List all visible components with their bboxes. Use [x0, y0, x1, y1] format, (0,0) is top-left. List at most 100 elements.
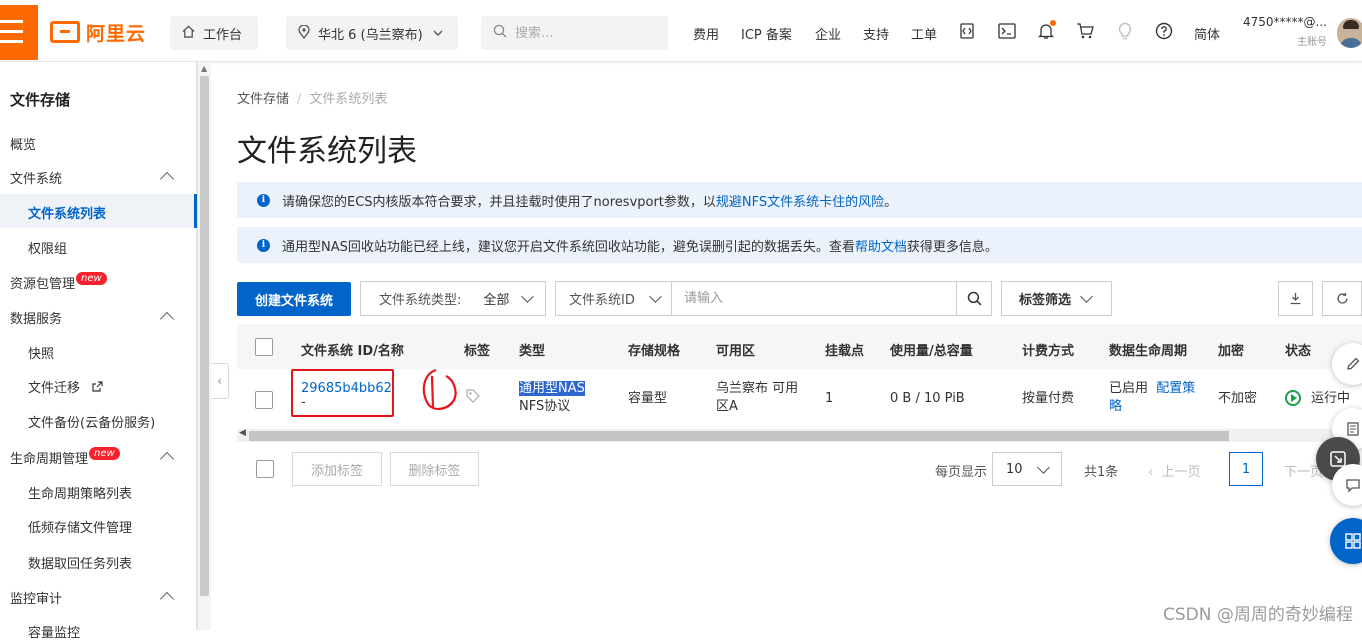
sidebar-item-lifecycle-policy[interactable]: 生命周期策略列表 — [28, 483, 132, 502]
sidebar-item-permission-group[interactable]: 权限组 — [28, 238, 67, 257]
workbench-button[interactable]: 工作台 — [170, 16, 258, 50]
fs-status: 运行中 — [1285, 390, 1350, 408]
menu-icon[interactable] — [0, 5, 38, 60]
tag-icon[interactable] — [466, 389, 480, 409]
chevron-up-icon[interactable] — [159, 451, 175, 467]
chevron-up-icon[interactable] — [159, 171, 175, 187]
global-search[interactable] — [481, 16, 668, 50]
create-file-system-button[interactable]: 创建文件系统 — [237, 282, 351, 316]
table-row: 29685b4bb62 - 通用型NAS NFS协议 容量型 乌兰察布 可用 区… — [237, 369, 1362, 430]
row-checkbox[interactable] — [255, 391, 273, 409]
col-header-spec: 存储规格 — [628, 344, 681, 359]
info-icon: i — [257, 238, 270, 252]
nav-support[interactable]: 支持 — [863, 24, 889, 43]
chevron-up-icon[interactable] — [159, 591, 175, 607]
sidebar-item-fs-list[interactable]: 文件系统列表 — [28, 203, 106, 222]
cart-icon[interactable] — [1074, 20, 1096, 42]
fs-spec: 容量型 — [628, 391, 668, 406]
notice-recycle-text: 通用型NAS回收站功能已经上线，建议您开启文件系统回收站功能，避免误删引起的数据… — [282, 239, 855, 255]
fs-lifecycle-status: 已启用 — [1109, 381, 1149, 396]
remove-tag-button[interactable]: 删除标签 — [390, 452, 479, 486]
annotation-highlight-box — [291, 369, 394, 417]
account-menu[interactable]: 4750*****@... 主账号 — [1243, 15, 1333, 48]
breadcrumb-root[interactable]: 文件存储 — [237, 92, 289, 107]
apps-float-button[interactable] — [1330, 518, 1362, 564]
chat-float-button[interactable] — [1332, 464, 1362, 506]
sidebar-item-resource-pack[interactable]: 资源包管理 new — [10, 272, 107, 292]
sidebar-group-file-system[interactable]: 文件系统 — [10, 168, 62, 187]
scrollbar-thumb[interactable] — [200, 76, 209, 596]
configure-policy-link[interactable]: 配置策 — [1156, 381, 1195, 396]
sidebar-scrollbar[interactable]: ▲ — [197, 62, 211, 630]
external-link-icon — [92, 381, 103, 395]
collapse-sidebar-button[interactable]: ‹ — [211, 363, 229, 399]
chevron-down-icon — [521, 290, 534, 303]
select-all-checkbox[interactable] — [255, 338, 273, 356]
col-header-zone: 可用区 — [716, 344, 756, 359]
sidebar-item-low-frequency[interactable]: 低频存储文件管理 — [28, 517, 132, 536]
nav-ticket[interactable]: 工单 — [911, 24, 937, 43]
sidebar-item-data-retrieval[interactable]: 数据取回任务列表 — [28, 553, 132, 572]
page-number-current[interactable]: 1 — [1229, 452, 1263, 486]
notice-kernel-tail: 。 — [884, 194, 898, 210]
fs-search-input[interactable] — [672, 283, 942, 314]
table-horizontal-scrollbar[interactable]: ◀ — [237, 428, 1362, 442]
help-doc-link[interactable]: 帮助文档 — [855, 236, 907, 255]
aliyun-logo[interactable]: 阿里云 — [50, 19, 146, 45]
notice-kernel: i 请确保您的ECS内核版本符合要求，并且挂载时使用了noresvport参数，… — [237, 182, 1362, 218]
sidebar-item-overview[interactable]: 概览 — [10, 134, 36, 153]
avatar[interactable] — [1337, 18, 1362, 48]
search-field-select[interactable]: 文件系统ID — [556, 282, 672, 315]
scrollbar-thumb[interactable] — [249, 431, 1229, 441]
sidebar-group-data-service[interactable]: 数据服务 — [10, 308, 62, 327]
download-icon — [1290, 293, 1301, 305]
fs-search-group: 文件系统ID — [555, 281, 992, 316]
fs-type-filter[interactable]: 文件系统类型: 全部 — [360, 281, 546, 316]
account-name: 4750*****@... — [1243, 15, 1327, 29]
prev-page-button[interactable]: ‹ 上一页 — [1148, 461, 1200, 480]
nav-icp[interactable]: ICP 备案 — [741, 24, 792, 43]
sidebar-item-file-migration[interactable]: 文件迁移 — [28, 377, 103, 396]
bell-icon[interactable] — [1035, 20, 1057, 42]
tag-filter-button[interactable]: 标签筛选 — [1001, 281, 1112, 316]
nav-enterprise[interactable]: 企业 — [815, 24, 841, 43]
col-header-tags: 标签 — [464, 344, 491, 359]
configure-policy-link-cont[interactable]: 略 — [1109, 398, 1195, 416]
annotation-circled-number: 1 — [422, 368, 457, 410]
fs-mount-count[interactable]: 1 — [825, 390, 833, 408]
scroll-left-arrow-icon[interactable]: ◀ — [239, 428, 246, 438]
language-switch[interactable]: 简体 — [1194, 24, 1220, 43]
notice-kernel-link[interactable]: 规避NFS文件系统卡住的风险 — [716, 191, 884, 210]
notice-kernel-text: 请确保您的ECS内核版本符合要求，并且挂载时使用了noresvport参数，以 — [282, 194, 716, 210]
logo-mark — [50, 21, 80, 43]
sidebar-group-monitor-audit[interactable]: 监控审计 — [10, 588, 62, 607]
footer-select-all-checkbox[interactable] — [256, 460, 274, 478]
breadcrumb-separator: / — [297, 92, 302, 107]
download-button[interactable] — [1278, 281, 1313, 316]
refresh-button[interactable] — [1322, 281, 1362, 316]
col-header-type: 类型 — [519, 344, 546, 359]
sidebar-title: 文件存储 — [10, 91, 71, 109]
page-size-select[interactable]: 10 — [992, 452, 1062, 486]
col-header-encryption: 加密 — [1218, 344, 1245, 359]
scroll-up-arrow-icon[interactable]: ▲ — [201, 64, 207, 73]
sidebar-item-file-backup[interactable]: 文件备份(云备份服务) — [28, 412, 155, 431]
fs-type-label: 文件系统类型: — [379, 293, 462, 308]
lightbulb-icon[interactable] — [1114, 20, 1136, 42]
sidebar-item-snapshot[interactable]: 快照 — [28, 343, 54, 362]
region-selector[interactable]: 华北 6 (乌兰察布) — [286, 16, 458, 50]
search-button[interactable] — [956, 282, 991, 315]
sidebar-group-lifecycle[interactable]: 生命周期管理 new — [10, 447, 120, 467]
chevron-up-icon[interactable] — [159, 311, 175, 327]
search-input[interactable] — [515, 25, 645, 41]
code-icon[interactable] — [956, 20, 978, 42]
terminal-icon[interactable] — [996, 20, 1018, 42]
sidebar-item-capacity-monitor[interactable]: 容量监控 — [28, 622, 80, 641]
help-icon[interactable] — [1153, 20, 1175, 42]
fs-type-value: 全部 — [483, 293, 510, 308]
add-tag-button[interactable]: 添加标签 — [292, 452, 382, 486]
account-role: 主账号 — [1297, 37, 1327, 48]
col-header-mounts: 挂载点 — [825, 344, 865, 359]
location-pin-icon — [298, 23, 310, 42]
nav-fees[interactable]: 费用 — [693, 24, 719, 43]
